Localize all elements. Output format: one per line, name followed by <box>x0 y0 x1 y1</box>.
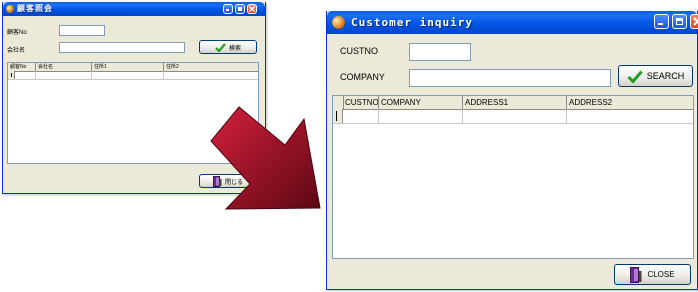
table-cell[interactable] <box>567 109 693 123</box>
column-header-address2[interactable]: ADDRESS2 <box>567 96 693 109</box>
table-cell[interactable] <box>8 71 36 79</box>
close-x-icon <box>249 6 255 12</box>
search-button-label: SEARCH <box>646 71 685 81</box>
column-header-address1[interactable]: 住所1 <box>92 63 164 71</box>
close-x-icon <box>693 17 698 26</box>
column-header-custno[interactable]: CUSTNO <box>343 96 379 109</box>
table-row[interactable] <box>8 71 258 80</box>
row-indicator <box>333 109 343 123</box>
small-window-title: 顧客照会 <box>17 4 53 13</box>
custno-input[interactable] <box>59 25 105 36</box>
small-window-titlebar[interactable]: 顧客照会 <box>3 2 265 16</box>
small-window-client: 顧客No 会社名 検索 顧客No 会社名 住所1 住所2 閉じる <box>3 16 265 193</box>
results-grid[interactable]: 顧客No 会社名 住所1 住所2 <box>7 62 259 164</box>
exit-door-icon <box>630 266 642 283</box>
check-icon <box>215 42 226 52</box>
search-button-label: 検索 <box>228 45 241 52</box>
column-header-address1[interactable]: ADDRESS1 <box>463 96 567 109</box>
custno-label: CUSTNO <box>340 46 378 56</box>
minimize-button[interactable] <box>654 14 669 29</box>
search-button[interactable]: 検索 <box>199 40 257 54</box>
small-window: 顧客照会 顧客No 会社名 検索 顧客No 会社名 住所1 住所2 閉じる <box>2 2 266 194</box>
large-window-client: CUSTNO COMPANY SEARCH CUSTNO COMPANY ADD… <box>327 34 697 289</box>
exit-door-icon <box>212 175 222 187</box>
large-window: Customer inquiry CUSTNO COMPANY SEARCH C… <box>326 11 698 290</box>
grid-header: CUSTNO COMPANY ADDRESS1 ADDRESS2 <box>333 96 693 110</box>
company-input[interactable] <box>59 42 185 53</box>
grid-corner <box>333 96 344 110</box>
results-grid[interactable]: CUSTNO COMPANY ADDRESS1 ADDRESS2 <box>332 95 694 259</box>
table-cell[interactable] <box>36 71 92 79</box>
custno-input[interactable] <box>409 43 471 61</box>
company-label: 会社名 <box>7 48 26 54</box>
maximize-button[interactable] <box>235 4 245 14</box>
minimize-button[interactable] <box>223 4 233 14</box>
close-button[interactable]: CLOSE <box>614 264 691 285</box>
table-row[interactable] <box>333 109 693 124</box>
maximize-button[interactable] <box>672 14 687 29</box>
column-header-address2[interactable]: 住所2 <box>164 63 258 71</box>
close-window-button[interactable] <box>690 14 698 29</box>
close-button-label: CLOSE <box>647 270 675 279</box>
large-window-titlebar[interactable]: Customer inquiry <box>327 11 698 34</box>
search-button[interactable]: SEARCH <box>618 65 693 87</box>
table-cell[interactable] <box>343 109 379 123</box>
close-window-button[interactable] <box>247 4 257 14</box>
check-icon <box>627 70 643 83</box>
close-button-label: 閉じる <box>224 179 243 186</box>
company-input[interactable] <box>409 69 611 87</box>
table-cell[interactable] <box>379 109 463 123</box>
column-header-custno[interactable]: 顧客No <box>8 63 36 71</box>
company-label: COMPANY <box>340 72 385 82</box>
large-window-title: Customer inquiry <box>351 16 473 29</box>
app-icon <box>332 16 345 29</box>
close-button[interactable]: 閉じる <box>199 174 257 188</box>
table-cell[interactable] <box>463 109 567 123</box>
column-header-company[interactable]: 会社名 <box>36 63 92 71</box>
app-icon <box>6 5 14 13</box>
table-cell[interactable] <box>92 71 164 79</box>
custno-label: 顧客No <box>7 30 27 36</box>
column-header-company[interactable]: COMPANY <box>379 96 463 109</box>
